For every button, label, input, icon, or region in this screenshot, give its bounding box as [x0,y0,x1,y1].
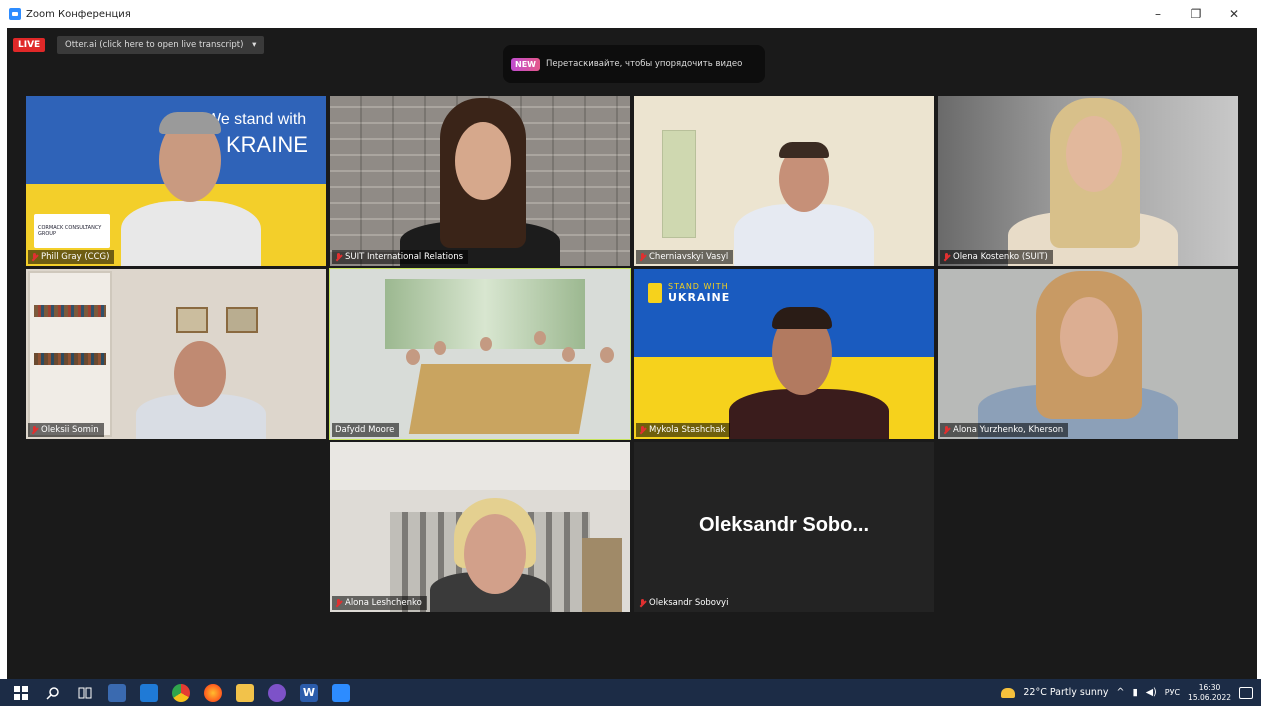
clock-date: 15.06.2022 [1188,692,1231,702]
participant-name: Olena Kostenko (SUIT) [953,252,1048,262]
participant-name: Cherniavskyi Vasyl [649,252,729,262]
participant-name: Mykola Stashchak [649,425,726,435]
language-indicator[interactable]: РУС [1165,688,1180,697]
mic-muted-icon [639,252,646,262]
company-logo: CORMACK CONSULTANCY GROUP [38,225,102,237]
volume-icon[interactable]: ◀) [1146,687,1157,698]
drag-notice-text: Перетаскивайте, чтобы упорядочить видео [545,59,743,69]
zoom-app-icon [9,8,21,20]
video-tile-oleksii-somin[interactable]: Oleksii Somin [26,269,326,439]
otter-transcript-button[interactable]: Otter.ai (click here to open live transc… [57,36,265,54]
viber-icon[interactable] [268,683,286,702]
video-tile-alona-leshchenko[interactable]: Alona Leshchenko [330,442,630,612]
mail-icon[interactable] [140,683,158,702]
new-badge: NEW [511,57,540,71]
maximize-button[interactable]: ❐ [1177,0,1215,28]
video-tile-olena-kostenko[interactable]: Olena Kostenko (SUIT) [938,96,1238,266]
windows-start-icon[interactable] [12,684,30,702]
zoom-icon[interactable] [332,683,350,702]
participant-name: Alona Leshchenko [345,598,422,608]
clock[interactable]: 16:30 15.06.2022 [1188,683,1231,703]
mic-muted-icon [639,425,646,435]
mic-muted-icon [943,252,950,262]
drag-notice: NEW Перетаскивайте, чтобы упорядочить ви… [503,45,765,83]
video-tile-dafydd-moore[interactable]: Dafydd Moore [329,268,631,440]
mic-muted-icon [31,252,38,262]
window-title: Zoom Конференция [26,8,131,20]
network-icon[interactable]: ▮ [1133,687,1138,698]
close-button[interactable]: ✕ [1215,0,1253,28]
banner-text: We stand with [206,111,307,128]
weather-icon [1001,687,1016,698]
search-icon[interactable] [44,684,62,702]
minimize-button[interactable]: – [1139,0,1177,28]
word-icon[interactable]: W [300,683,318,702]
video-tile-alona-yurzhenko[interactable]: Alona Yurzhenko, Kherson [938,269,1238,439]
video-tile-phill-gray[interactable]: We stand with KRAINE CORMACK CONSULTANCY… [26,96,326,266]
task-view-icon[interactable] [76,684,94,702]
participant-name: Alona Yurzhenko, Kherson [953,425,1064,435]
clock-time: 16:30 [1198,682,1221,692]
participant-name: Phill Gray (CCG) [41,252,110,262]
mic-muted-icon [31,425,38,435]
banner-text: UKRAINE [668,291,731,304]
banner-text: STAND WITH [668,282,729,291]
participant-name: Dafydd Moore [335,425,395,435]
video-off-name: Oleksandr Sobo... [698,514,870,536]
windows-taskbar: W 22°C Partly sunny ^ ▮ ◀) РУС 16:30 15.… [0,679,1261,706]
notifications-icon[interactable] [1239,686,1253,699]
mic-muted-icon [943,425,950,435]
mic-muted-icon [335,252,342,262]
chrome-icon[interactable] [172,683,190,702]
video-tile-mykola-stashchak[interactable]: STAND WITH UKRAINE Mykola Stashchak [634,269,934,439]
otter-label: Otter.ai (click here to open live transc… [65,40,244,50]
chevron-down-icon: ▾ [252,40,257,50]
window-title-bar: Zoom Конференция – ❐ ✕ [0,0,1261,28]
banner-text: KRAINE [226,132,308,157]
firefox-icon[interactable] [204,683,222,702]
participant-name: Oleksandr Sobovyi [649,598,729,608]
video-tile-oleksandr-sobovyi[interactable]: Oleksandr Sobo... Oleksandr Sobovyi [634,442,934,612]
participant-name: Oleksii Somin [41,425,99,435]
mic-muted-icon [639,598,646,608]
video-tile-suit-international[interactable]: SUIT International Relations [330,96,630,266]
video-tile-cherniavskyi[interactable]: Cherniavskyi Vasyl [634,96,934,266]
chevron-up-icon[interactable]: ^ [1117,687,1125,698]
calculator-icon[interactable] [108,683,126,702]
live-badge[interactable]: LIVE [13,38,46,52]
weather-text[interactable]: 22°C Partly sunny [1023,687,1108,698]
folder-icon[interactable] [236,683,254,702]
mic-muted-icon [335,598,342,608]
meeting-gallery-view: LIVE Otter.ai (click here to open live t… [7,28,1257,679]
participant-name: SUIT International Relations [345,252,464,262]
